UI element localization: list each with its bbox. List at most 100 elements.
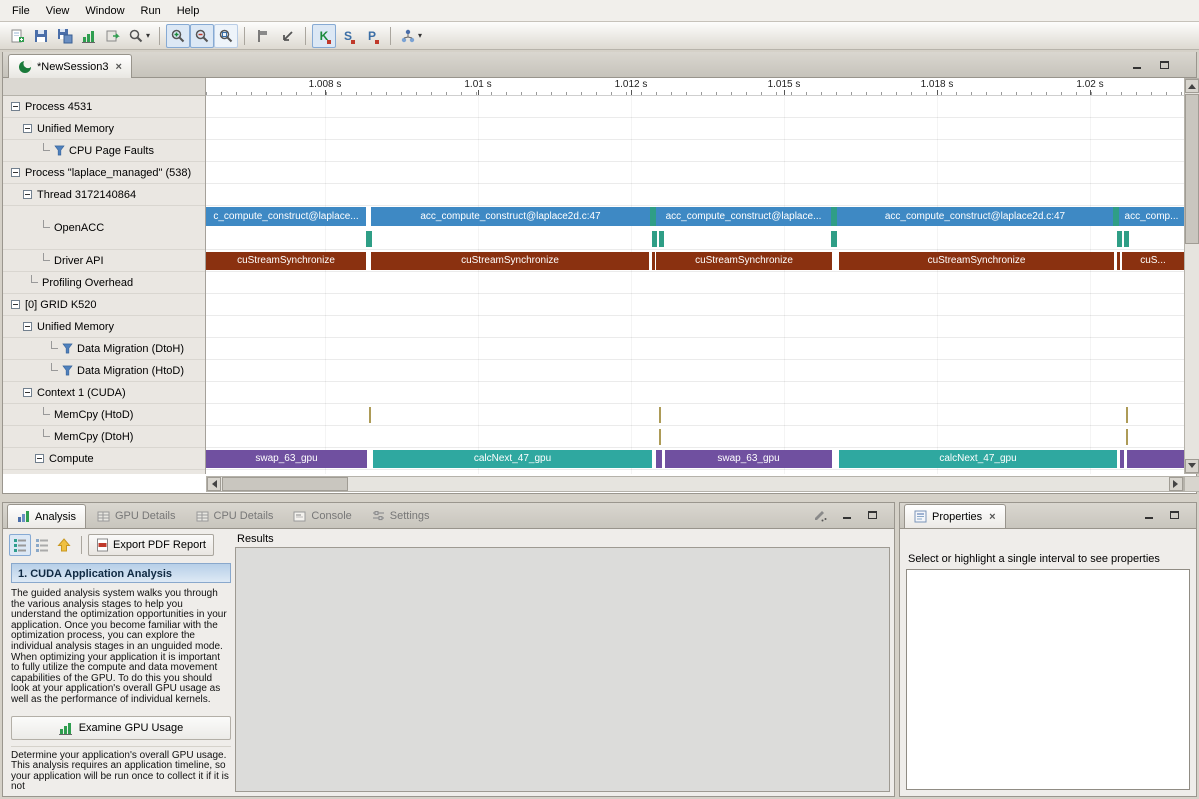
- results-area[interactable]: [235, 547, 890, 792]
- horizontal-scrollbar[interactable]: [206, 476, 1184, 492]
- examine-gpu-usage-button[interactable]: Examine GPU Usage: [11, 716, 231, 740]
- collapse-icon[interactable]: [11, 102, 20, 111]
- zoom-fit-button[interactable]: [214, 24, 238, 48]
- interval-driver-api[interactable]: cuStreamSynchronize: [371, 252, 649, 270]
- tree-row-cpu-page-faults[interactable]: CPU Page Faults: [3, 140, 205, 162]
- interval-kernel[interactable]: swap_63_gpu: [665, 450, 832, 468]
- guided-analysis-toggle[interactable]: [9, 534, 31, 556]
- interval-openacc-marker[interactable]: [1117, 231, 1122, 247]
- close-icon[interactable]: ×: [989, 511, 995, 523]
- tree-row-data-migration-dtoh[interactable]: Data Migration (DtoH): [3, 338, 205, 360]
- tree-row-profiling-overhead[interactable]: Profiling Overhead: [3, 272, 205, 294]
- scroll-right-button[interactable]: [1169, 477, 1183, 491]
- properties-list[interactable]: [906, 569, 1190, 790]
- tab-properties[interactable]: Properties ×: [904, 504, 1006, 528]
- tree-row-unified-memory[interactable]: Unified Memory: [3, 118, 205, 140]
- tree-row-compute[interactable]: Compute: [3, 448, 205, 470]
- collapse-icon[interactable]: [11, 300, 20, 309]
- interval-driver-api[interactable]: [1117, 252, 1120, 270]
- minimize-view-button[interactable]: [1129, 58, 1144, 72]
- tree-row-memcpy-dtoh[interactable]: MemCpy (DtoH): [3, 426, 205, 448]
- interval-kernel[interactable]: [656, 450, 662, 468]
- prev-marker-button[interactable]: [275, 24, 299, 48]
- report-button[interactable]: [77, 24, 101, 48]
- next-marker-button[interactable]: [251, 24, 275, 48]
- new-session-button[interactable]: [5, 24, 29, 48]
- tree-row-context-1[interactable]: Context 1 (CUDA): [3, 382, 205, 404]
- kernel-timeline-toggle[interactable]: K: [312, 24, 336, 48]
- collapse-icon[interactable]: [23, 190, 32, 199]
- interval-memcpy-dtoh[interactable]: [1126, 429, 1128, 445]
- analysis-menu-button[interactable]: ▾: [397, 24, 425, 48]
- interval-openacc-marker[interactable]: [659, 231, 664, 247]
- tree-row-memcpy-htod[interactable]: MemCpy (HtoD): [3, 404, 205, 426]
- interval-openacc-marker[interactable]: [652, 231, 657, 247]
- interval-kernel[interactable]: [1120, 450, 1124, 468]
- back-stage-button[interactable]: [53, 534, 75, 556]
- scrollbar-thumb[interactable]: [1185, 94, 1199, 244]
- export-pdf-button[interactable]: Export PDF Report: [88, 534, 214, 556]
- interval-kernel[interactable]: calcNext_47_gpu: [839, 450, 1117, 468]
- interval-openacc[interactable]: acc_compute_construct@laplace...: [656, 207, 831, 226]
- time-ruler[interactable]: 1.008 s 1.01 s 1.012 s 1.015 s 1.018 s 1…: [206, 78, 1184, 96]
- close-icon[interactable]: ×: [116, 61, 122, 73]
- interval-openacc[interactable]: acc_compute_construct@laplace2d.c:47: [837, 207, 1113, 226]
- menu-item-help[interactable]: Help: [169, 2, 208, 20]
- tree-row-unified-memory-gpu[interactable]: Unified Memory: [3, 316, 205, 338]
- menu-item-file[interactable]: File: [4, 2, 38, 20]
- interval-driver-api[interactable]: cuS...: [1122, 252, 1184, 270]
- zoom-out-button[interactable]: [190, 24, 214, 48]
- interval-driver-api[interactable]: cuStreamSynchronize: [656, 252, 832, 270]
- tab-cpu-details[interactable]: CPU Details: [187, 504, 283, 528]
- timeline-canvas[interactable]: c_compute_construct@laplace... acc_compu…: [206, 96, 1184, 474]
- search-options-button[interactable]: ▾: [125, 24, 153, 48]
- interval-driver-api[interactable]: [652, 252, 655, 270]
- interval-openacc-marker[interactable]: [1124, 231, 1129, 247]
- maximize-view-button[interactable]: [1157, 58, 1172, 72]
- tab-gpu-details[interactable]: GPU Details: [88, 504, 185, 528]
- view-menu-button[interactable]: [813, 508, 828, 522]
- interval-kernel[interactable]: [1127, 450, 1184, 468]
- tab-console[interactable]: Console: [284, 504, 360, 528]
- unguided-analysis-toggle[interactable]: [31, 534, 53, 556]
- process-timeline-toggle[interactable]: P: [360, 24, 384, 48]
- session-tab[interactable]: *NewSession3 ×: [8, 54, 132, 78]
- zoom-in-button[interactable]: [166, 24, 190, 48]
- maximize-view-button[interactable]: [1167, 508, 1182, 522]
- tree-row-process-laplace[interactable]: Process "laplace_managed" (538): [3, 162, 205, 184]
- interval-kernel[interactable]: calcNext_47_gpu: [373, 450, 652, 468]
- interval-driver-api[interactable]: cuStreamSynchronize: [839, 252, 1114, 270]
- tree-row-driver-api[interactable]: Driver API: [3, 250, 205, 272]
- collapse-icon[interactable]: [23, 322, 32, 331]
- interval-memcpy-htod[interactable]: [369, 407, 371, 423]
- interval-openacc-marker[interactable]: [831, 231, 837, 247]
- menu-item-view[interactable]: View: [38, 2, 78, 20]
- collapse-icon[interactable]: [23, 388, 32, 397]
- interval-openacc[interactable]: c_compute_construct@laplace...: [206, 207, 366, 226]
- save-button[interactable]: [29, 24, 53, 48]
- minimize-view-button[interactable]: [1141, 508, 1156, 522]
- interval-openacc-marker[interactable]: [366, 231, 372, 247]
- maximize-view-button[interactable]: [865, 508, 880, 522]
- tab-analysis[interactable]: Analysis: [7, 504, 86, 528]
- tree-row-process-4531[interactable]: Process 4531: [3, 96, 205, 118]
- scroll-left-button[interactable]: [207, 477, 221, 491]
- collapse-icon[interactable]: [35, 454, 44, 463]
- scrollbar-thumb[interactable]: [222, 477, 348, 491]
- tree-row-openacc[interactable]: OpenACC: [3, 206, 205, 250]
- scroll-up-button[interactable]: [1185, 79, 1199, 93]
- tab-settings[interactable]: Settings: [363, 504, 439, 528]
- interval-memcpy-htod[interactable]: [1126, 407, 1128, 423]
- interval-openacc[interactable]: acc_compute_construct@laplace2d.c:47: [371, 207, 650, 226]
- interval-driver-api[interactable]: cuStreamSynchronize: [206, 252, 366, 270]
- interval-openacc[interactable]: acc_comp...: [1119, 207, 1184, 226]
- scroll-down-button[interactable]: [1185, 459, 1199, 473]
- tree-row-grid-k520[interactable]: [0] GRID K520: [3, 294, 205, 316]
- save-session-button[interactable]: [53, 24, 77, 48]
- tree-row-thread[interactable]: Thread 3172140864: [3, 184, 205, 206]
- interval-kernel[interactable]: swap_63_gpu: [206, 450, 367, 468]
- collapse-icon[interactable]: [23, 124, 32, 133]
- menu-item-run[interactable]: Run: [133, 2, 169, 20]
- stream-timeline-toggle[interactable]: S: [336, 24, 360, 48]
- menu-item-window[interactable]: Window: [77, 2, 132, 20]
